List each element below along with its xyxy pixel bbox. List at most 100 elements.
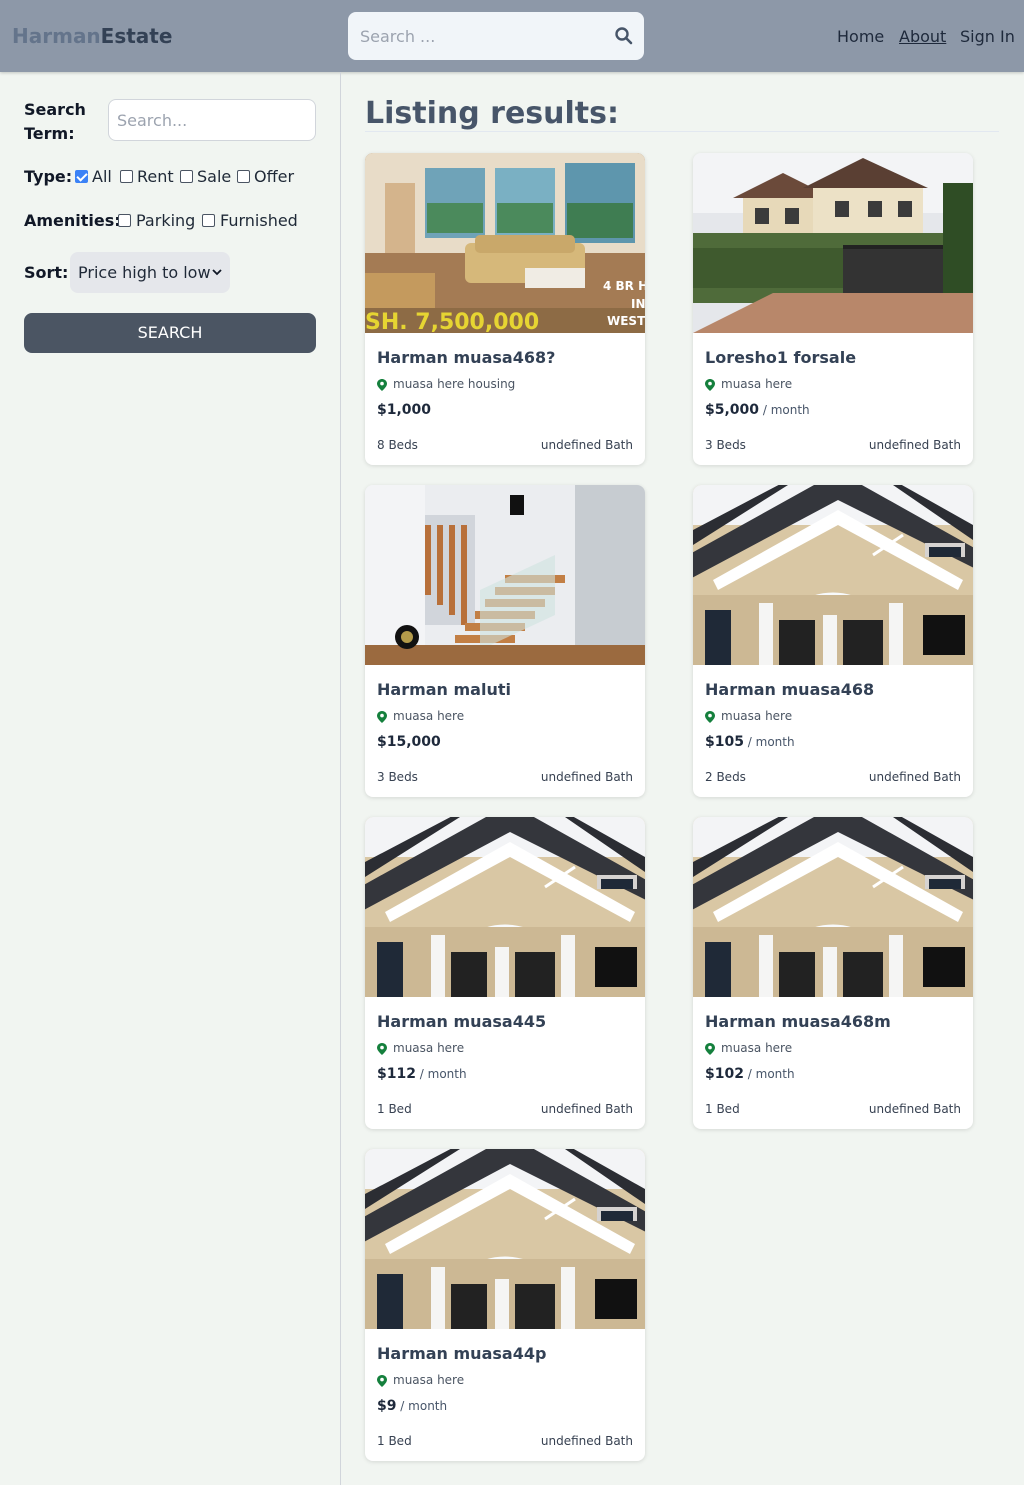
listing-title[interactable]: Harman muasa44p — [377, 1344, 546, 1363]
sort-select[interactable]: Price high to low — [70, 252, 230, 293]
listing-title[interactable]: Harman muasa445 — [377, 1012, 546, 1031]
location-pin-icon — [377, 711, 387, 723]
nav-signin-link[interactable]: Sign In — [960, 27, 1015, 46]
site-logo[interactable]: HarmanEstate — [12, 24, 172, 48]
listing-beds: 1 Bed — [377, 1434, 412, 1448]
listing-beds: 3 Beds — [377, 770, 418, 784]
listing-image[interactable] — [365, 817, 645, 997]
listing-image[interactable] — [693, 153, 973, 333]
listing-price-amount: $1,000 — [377, 402, 432, 418]
nav-home-link[interactable]: Home — [837, 27, 884, 46]
search-icon[interactable] — [614, 26, 634, 46]
listing-card[interactable]: Loresho1 forsale muasa here $5,000 / mon… — [693, 153, 973, 465]
listing-address: muasa here — [721, 377, 793, 391]
chevron-down-icon — [212, 269, 222, 276]
listing-price-amount: $105 — [705, 734, 744, 750]
listing-card[interactable]: Harman maluti muasa here $15,000 3 Beds … — [365, 485, 645, 797]
listing-beds: 3 Beds — [705, 438, 746, 452]
type-sale-label: Sale — [197, 167, 232, 186]
amenity-furnished-label: Furnished — [220, 211, 298, 230]
listing-price: $1,000 — [377, 402, 431, 418]
listing-title[interactable]: Harman muasa468? — [377, 348, 555, 367]
type-offer-label: Offer — [254, 167, 295, 186]
listing-price: $9 / month — [377, 1398, 447, 1414]
sort-selected-value: Price high to low — [78, 263, 211, 282]
listing-beds: 8 Beds — [377, 438, 418, 452]
listing-title[interactable]: Harman maluti — [377, 680, 511, 699]
listing-baths: undefined Bath — [540, 770, 633, 784]
svg-text:SH. 7,500,000: SH. 7,500,000 — [365, 310, 539, 333]
nav-about-link[interactable]: About — [899, 27, 946, 46]
listing-image[interactable] — [365, 1149, 645, 1329]
listing-card[interactable]: Harman muasa468m muasa here $102 / month… — [693, 817, 973, 1129]
type-rent-label: Rent — [137, 167, 174, 186]
listing-beds: 1 Bed — [377, 1102, 412, 1116]
listing-card[interactable]: SH. 7,500,000 4 BR HO IN WESTLA Harman muas… — [365, 153, 645, 465]
listing-image[interactable]: SH. 7,500,000 4 BR HO IN WESTLA — [365, 153, 645, 333]
location-pin-icon — [377, 1375, 387, 1387]
listing-card[interactable]: Harman muasa44p muasa here $9 / month 1 … — [365, 1149, 645, 1461]
listing-card[interactable]: Harman muasa445 muasa here $112 / month … — [365, 817, 645, 1129]
amenity-parking-checkbox[interactable] — [118, 214, 131, 227]
location-pin-icon — [377, 1043, 387, 1055]
listing-baths: undefined Bath — [868, 770, 961, 784]
location-pin-icon — [705, 1043, 715, 1055]
listing-price: $102 / month — [705, 1066, 795, 1082]
listing-price-amount: $15,000 — [377, 734, 441, 750]
svg-text:WESTLA: WESTLA — [607, 314, 645, 328]
type-all-checkbox[interactable] — [75, 170, 88, 183]
type-all-label: All — [92, 167, 112, 186]
listing-card[interactable]: Harman muasa468 muasa here $105 / month … — [693, 485, 973, 797]
listing-address: muasa here housing — [393, 377, 516, 391]
listing-baths: undefined Bath — [540, 438, 633, 452]
listing-beds: 1 Bed — [705, 1102, 740, 1116]
listing-image[interactable] — [693, 817, 973, 997]
listing-title[interactable]: Loresho1 forsale — [705, 348, 856, 367]
listing-price-amount: $5,000 — [705, 402, 760, 418]
search-button[interactable]: SEARCH — [24, 313, 316, 353]
location-pin-icon — [377, 379, 387, 391]
listing-price: $5,000 / month — [705, 402, 810, 418]
amenity-furnished-checkbox[interactable] — [202, 214, 215, 227]
type-label: Type: — [24, 167, 73, 186]
listing-address: muasa here — [721, 1041, 793, 1055]
listing-baths: undefined Bath — [540, 1102, 633, 1116]
listing-price: $105 / month — [705, 734, 795, 750]
type-sale-checkbox[interactable] — [180, 170, 193, 183]
listing-baths: undefined Bath — [868, 1102, 961, 1116]
location-pin-icon — [705, 379, 715, 391]
type-rent-checkbox[interactable] — [120, 170, 133, 183]
listing-title[interactable]: Harman muasa468 — [705, 680, 874, 699]
sort-label: Sort: — [24, 263, 69, 282]
type-offer-checkbox[interactable] — [237, 170, 250, 183]
search-term-label: Search Term: — [24, 100, 86, 143]
listing-beds: 2 Beds — [705, 770, 746, 784]
location-pin-icon — [705, 711, 715, 723]
header-search-input[interactable] — [348, 12, 598, 60]
svg-text:IN: IN — [631, 297, 645, 311]
listing-address: muasa here — [721, 709, 793, 723]
listing-baths: undefined Bath — [868, 438, 961, 452]
page-title: Listing results: — [365, 96, 619, 131]
listing-title[interactable]: Harman muasa468m — [705, 1012, 891, 1031]
listing-image[interactable] — [365, 485, 645, 665]
logo-part-harman[interactable]: Harman — [12, 24, 101, 48]
amenities-label: Amenities: — [24, 211, 121, 230]
logo-part-estate[interactable]: Estate — [101, 24, 173, 48]
listing-price-period: / month — [743, 1067, 795, 1081]
search-term-input[interactable] — [108, 99, 316, 141]
listing-address: muasa here — [393, 1373, 465, 1387]
listing-baths: undefined Bath — [540, 1434, 633, 1448]
listing-image[interactable] — [693, 485, 973, 665]
listing-price-amount: $102 — [705, 1066, 744, 1082]
listing-price-period: / month — [396, 1399, 448, 1413]
listing-address: muasa here — [393, 709, 465, 723]
listing-price-period: / month — [415, 1067, 467, 1081]
listing-price: $15,000 — [377, 734, 441, 750]
title-divider — [365, 131, 999, 132]
listing-price-amount: $9 — [377, 1398, 397, 1414]
svg-text:4 BR HO: 4 BR HO — [603, 279, 645, 293]
header-search-box — [348, 12, 644, 60]
listing-price-period: / month — [759, 403, 810, 417]
listing-price: $112 / month — [377, 1066, 467, 1082]
